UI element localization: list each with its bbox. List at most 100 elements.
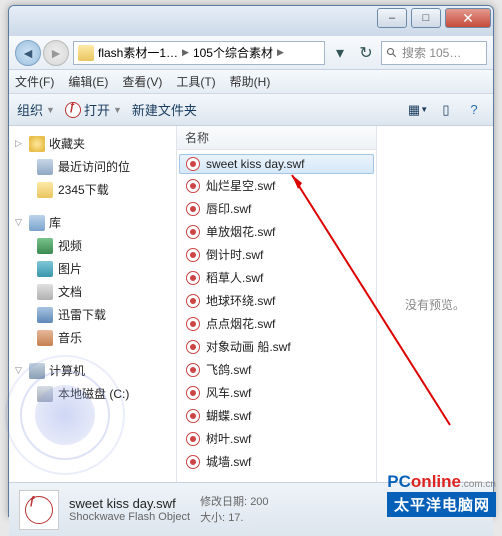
selected-filetype: Shockwave Flash Object bbox=[69, 511, 190, 523]
file-row[interactable]: 单放烟花.swf bbox=[179, 220, 374, 243]
swf-icon bbox=[186, 271, 200, 285]
details-pane: sweet kiss day.swf Shockwave Flash Objec… bbox=[9, 482, 493, 536]
file-name: 唇印.swf bbox=[206, 200, 251, 217]
file-row[interactable]: 风车.swf bbox=[179, 381, 374, 404]
file-name: 风车.swf bbox=[206, 384, 251, 401]
file-name: 城墙.swf bbox=[206, 453, 251, 470]
tree-videos[interactable]: 视频 bbox=[9, 234, 176, 257]
menu-bar: 文件(F) 编辑(E) 查看(V) 工具(T) 帮助(H) bbox=[9, 70, 493, 94]
tree-music[interactable]: 音乐 bbox=[9, 326, 176, 349]
swf-icon bbox=[186, 317, 200, 331]
tree-2345[interactable]: 2345下载 bbox=[9, 178, 176, 201]
navigation-pane[interactable]: ▷收藏夹 最近访问的位 2345下载 ▽库 视频 图片 文档 迅雷下载 音乐 ▽… bbox=[9, 126, 177, 482]
swf-icon bbox=[186, 179, 200, 193]
swf-icon bbox=[186, 363, 200, 377]
menu-view[interactable]: 查看(V) bbox=[122, 73, 162, 90]
menu-tools[interactable]: 工具(T) bbox=[176, 73, 215, 90]
explorer-window: – □ ✕ ◄ ► flash素材一1… ▶ 105个综合素材 ▶ ▾ ↻ 搜索… bbox=[8, 5, 494, 517]
breadcrumb-segment[interactable]: 105个综合素材 bbox=[193, 44, 273, 61]
refresh-button[interactable]: ↻ bbox=[355, 42, 377, 64]
close-button[interactable]: ✕ bbox=[445, 8, 491, 28]
folder-icon bbox=[37, 182, 53, 198]
recent-icon bbox=[37, 159, 53, 175]
swf-icon bbox=[186, 248, 200, 262]
tree-libraries[interactable]: ▽库 bbox=[9, 211, 176, 234]
address-dropdown[interactable]: ▾ bbox=[329, 42, 351, 64]
file-name: 稻草人.swf bbox=[206, 269, 263, 286]
file-name: 对象动画 船.swf bbox=[206, 338, 291, 355]
flash-icon bbox=[65, 102, 81, 118]
search-input[interactable]: 搜索 105… bbox=[381, 41, 487, 65]
file-name: 树叶.swf bbox=[206, 430, 251, 447]
file-row[interactable]: 对象动画 船.swf bbox=[179, 335, 374, 358]
open-button[interactable]: 打开▼ bbox=[65, 100, 122, 119]
file-row[interactable]: 地球环绕.swf bbox=[179, 289, 374, 312]
help-button[interactable]: ? bbox=[463, 100, 485, 120]
preview-empty-text: 没有预览。 bbox=[405, 296, 465, 313]
file-name: 倒计时.swf bbox=[206, 246, 263, 263]
minimize-button[interactable]: – bbox=[377, 8, 407, 28]
star-icon bbox=[29, 136, 45, 152]
folder-icon bbox=[78, 45, 94, 61]
tree-computer[interactable]: ▽计算机 bbox=[9, 359, 176, 382]
search-placeholder: 搜索 105… bbox=[402, 44, 461, 61]
view-options-button[interactable]: ▦▼ bbox=[407, 100, 429, 120]
tree-thunder[interactable]: 迅雷下载 bbox=[9, 303, 176, 326]
maximize-button[interactable]: □ bbox=[411, 8, 441, 28]
file-name: sweet kiss day.swf bbox=[206, 157, 304, 171]
file-row[interactable]: 稻草人.swf bbox=[179, 266, 374, 289]
file-row[interactable]: 灿烂星空.swf bbox=[179, 174, 374, 197]
chevron-right-icon[interactable]: ▶ bbox=[277, 47, 284, 58]
video-icon bbox=[37, 238, 53, 254]
organize-button[interactable]: 组织▼ bbox=[17, 100, 55, 119]
library-icon bbox=[29, 215, 45, 231]
file-name: 点点烟花.swf bbox=[206, 315, 275, 332]
breadcrumb-segment[interactable]: flash素材一1… bbox=[98, 44, 178, 61]
swf-icon bbox=[186, 432, 200, 446]
preview-pane-button[interactable]: ▯ bbox=[435, 100, 457, 120]
tree-documents[interactable]: 文档 bbox=[9, 280, 176, 303]
search-icon bbox=[386, 47, 398, 59]
tree-favorites[interactable]: ▷收藏夹 bbox=[9, 132, 176, 155]
file-name: 蝴蝶.swf bbox=[206, 407, 251, 424]
menu-file[interactable]: 文件(F) bbox=[15, 73, 54, 90]
document-icon bbox=[37, 284, 53, 300]
menu-edit[interactable]: 编辑(E) bbox=[68, 73, 108, 90]
disk-icon bbox=[37, 386, 53, 402]
computer-icon bbox=[29, 363, 45, 379]
chevron-right-icon[interactable]: ▶ bbox=[182, 47, 189, 58]
swf-icon bbox=[186, 409, 200, 423]
file-row[interactable]: 蝴蝶.swf bbox=[179, 404, 374, 427]
swf-icon bbox=[186, 157, 200, 171]
swf-icon bbox=[186, 386, 200, 400]
menu-help[interactable]: 帮助(H) bbox=[230, 73, 271, 90]
swf-icon bbox=[186, 225, 200, 239]
flash-icon bbox=[25, 496, 53, 524]
file-name: 单放烟花.swf bbox=[206, 223, 275, 240]
file-row[interactable]: 点点烟花.swf bbox=[179, 312, 374, 335]
forward-button[interactable]: ► bbox=[43, 40, 69, 66]
navigation-bar: ◄ ► flash素材一1… ▶ 105个综合素材 ▶ ▾ ↻ 搜索 105… bbox=[9, 36, 493, 70]
file-list[interactable]: sweet kiss day.swf 灿烂星空.swf 唇印.swf 单放烟花.swf… bbox=[177, 150, 376, 480]
thunder-icon bbox=[37, 307, 53, 323]
file-row[interactable]: 树叶.swf bbox=[179, 427, 374, 450]
column-header-name[interactable]: 名称 bbox=[177, 126, 376, 150]
file-name: 地球环绕.swf bbox=[206, 292, 275, 309]
address-bar[interactable]: flash素材一1… ▶ 105个综合素材 ▶ bbox=[73, 41, 325, 65]
file-row[interactable]: sweet kiss day.swf bbox=[179, 154, 374, 174]
preview-pane: 没有预览。 bbox=[377, 126, 493, 482]
file-name: 灿烂星空.swf bbox=[206, 177, 275, 194]
tree-pictures[interactable]: 图片 bbox=[9, 257, 176, 280]
picture-icon bbox=[37, 261, 53, 277]
file-row[interactable]: 飞鸽.swf bbox=[179, 358, 374, 381]
swf-icon bbox=[186, 294, 200, 308]
file-row[interactable]: 唇印.swf bbox=[179, 197, 374, 220]
tree-disk-c[interactable]: 本地磁盘 (C:) bbox=[9, 382, 176, 405]
tree-recent[interactable]: 最近访问的位 bbox=[9, 155, 176, 178]
file-row[interactable]: 城墙.swf bbox=[179, 450, 374, 473]
command-bar: 组织▼ 打开▼ 新建文件夹 ▦▼ ▯ ? bbox=[9, 94, 493, 126]
file-row[interactable]: 倒计时.swf bbox=[179, 243, 374, 266]
back-button[interactable]: ◄ bbox=[15, 40, 41, 66]
titlebar[interactable]: – □ ✕ bbox=[9, 6, 493, 36]
new-folder-button[interactable]: 新建文件夹 bbox=[132, 100, 197, 119]
